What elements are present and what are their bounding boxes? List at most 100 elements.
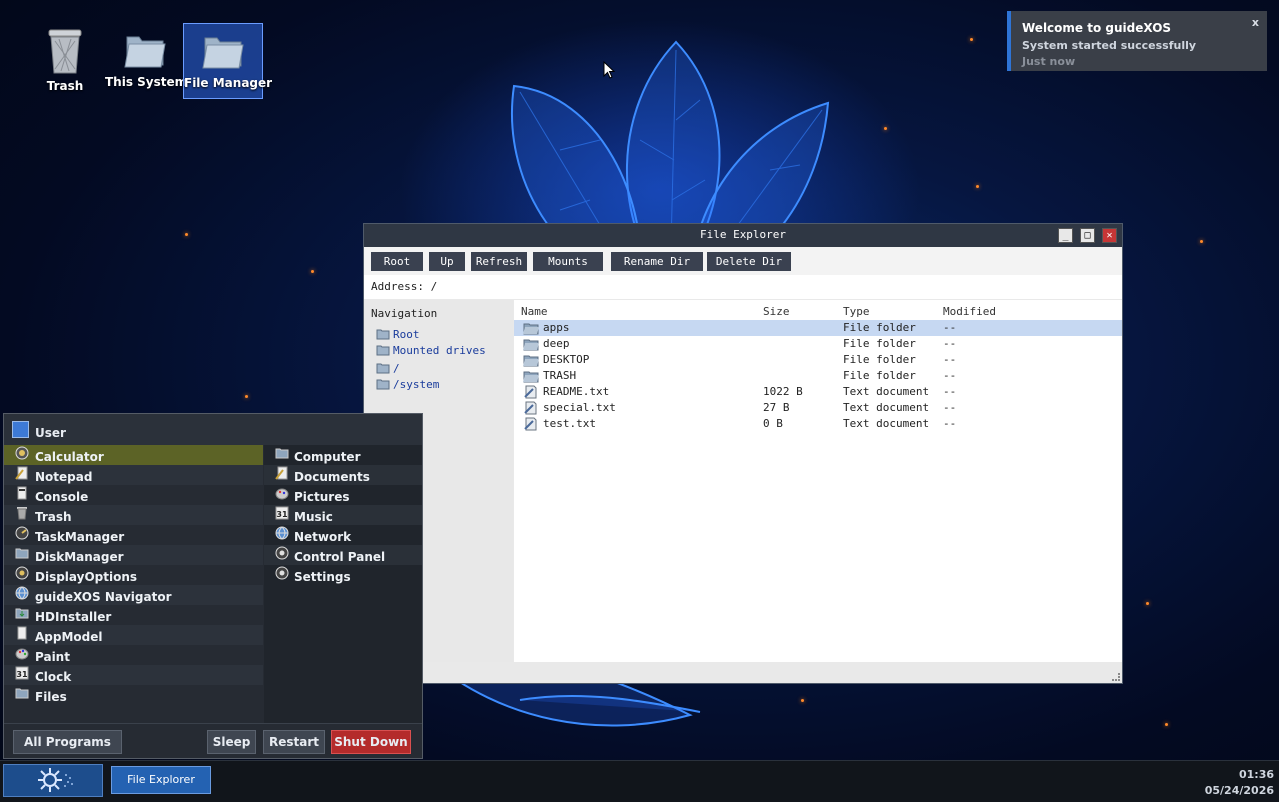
desktop-icon-file-manager[interactable]: File Manager (183, 23, 272, 99)
file-type: File folder (843, 337, 916, 350)
network-icon (275, 526, 289, 540)
folder-icon (376, 345, 390, 356)
menu-item-clock[interactable]: 31 Clock (4, 665, 263, 685)
file-type: File folder (843, 353, 916, 366)
place-item-control-panel[interactable]: Control Panel (264, 545, 422, 565)
spark (970, 38, 973, 41)
menu-item-appmodel[interactable]: AppModel (4, 625, 263, 645)
refresh-button[interactable]: Refresh (471, 252, 527, 271)
window-titlebar[interactable]: File Explorer _ □ ✕ (364, 224, 1122, 247)
place-item-computer[interactable]: Computer (264, 445, 422, 465)
folder-icon (376, 379, 390, 390)
place-item-label: Computer (294, 450, 361, 464)
menu-item-paint[interactable]: Paint (4, 645, 263, 665)
menu-item-label: Clock (35, 670, 72, 684)
column-header-size[interactable]: Size (763, 305, 790, 318)
rename-dir-button[interactable]: Rename Dir (611, 252, 703, 271)
mouse-cursor-icon (603, 61, 615, 79)
svg-text:31: 31 (16, 670, 28, 679)
notification-time: Just now (1022, 55, 1076, 68)
menu-item-label: DisplayOptions (35, 570, 138, 584)
root-button[interactable]: Root (371, 252, 423, 271)
place-item-settings[interactable]: Settings (264, 565, 422, 585)
restart-button[interactable]: Restart (263, 730, 325, 754)
file-row[interactable]: README.txt 1022 B Text document -- (514, 384, 1122, 400)
menu-item-label: Files (35, 690, 67, 704)
window-title: File Explorer (699, 228, 787, 241)
close-button[interactable]: ✕ (1102, 228, 1117, 243)
svg-text:31: 31 (276, 510, 288, 519)
file-row[interactable]: test.txt 0 B Text document -- (514, 416, 1122, 432)
disk-icon (15, 548, 29, 559)
all-programs-button[interactable]: All Programs (13, 730, 122, 754)
menu-item-diskmanager[interactable]: DiskManager (4, 545, 263, 565)
menu-item-navigator[interactable]: guideXOS Navigator (4, 585, 263, 605)
nav-item-mounted-drives[interactable]: Mounted drives (376, 344, 486, 357)
system-clock[interactable]: 01:36 05/24/2026 (1205, 767, 1274, 799)
file-modified: -- (943, 401, 957, 414)
menu-item-hdinstaller[interactable]: HDInstaller (4, 605, 263, 625)
notification-title: Welcome to guideXOS (1022, 21, 1172, 35)
menu-item-displayoptions[interactable]: DisplayOptions (4, 565, 263, 585)
menu-item-console[interactable]: Console (4, 485, 263, 505)
document-icon (17, 626, 27, 640)
up-button[interactable]: Up (429, 252, 465, 271)
resize-grip-icon[interactable] (1112, 673, 1120, 681)
column-header-modified[interactable]: Modified (943, 305, 996, 318)
file-name: DESKTOP (543, 353, 590, 366)
file-row[interactable]: deep File folder -- (514, 336, 1122, 352)
console-icon (17, 486, 27, 500)
nav-item-system[interactable]: /system (376, 378, 439, 391)
place-item-label: Settings (294, 570, 351, 584)
place-item-music[interactable]: 31 Music (264, 505, 422, 525)
documents-icon (275, 466, 288, 480)
computer-icon (275, 448, 289, 459)
menu-item-trash[interactable]: Trash (4, 505, 263, 525)
delete-dir-button[interactable]: Delete Dir (707, 252, 791, 271)
file-row[interactable]: DESKTOP File folder -- (514, 352, 1122, 368)
sleep-button[interactable]: Sleep (207, 730, 256, 754)
spark (884, 127, 887, 130)
file-row[interactable]: TRASH File folder -- (514, 368, 1122, 384)
notification-close-button[interactable]: x (1252, 16, 1259, 29)
text-file-icon (524, 385, 537, 399)
place-item-pictures[interactable]: Pictures (264, 485, 422, 505)
minimize-button[interactable]: _ (1058, 228, 1073, 243)
file-row[interactable]: special.txt 27 B Text document -- (514, 400, 1122, 416)
nav-item-root[interactable]: Root (376, 328, 420, 341)
start-button[interactable] (3, 764, 103, 797)
place-item-documents[interactable]: Documents (264, 465, 422, 485)
menu-item-label: Notepad (35, 470, 93, 484)
control-panel-icon (275, 546, 289, 560)
file-name: apps (543, 321, 570, 334)
column-header-name[interactable]: Name (521, 305, 548, 318)
file-list: Name Size Type Modified apps File folder… (514, 300, 1122, 662)
menu-item-files[interactable]: Files (4, 685, 263, 705)
menu-item-notepad[interactable]: Notepad (4, 465, 263, 485)
place-item-label: Pictures (294, 490, 350, 504)
file-size: 1022 B (763, 385, 803, 398)
notification-toast[interactable]: Welcome to guideXOS System started succe… (1007, 11, 1267, 71)
taskbar-item-file-explorer[interactable]: File Explorer (111, 766, 211, 794)
nav-item-slash[interactable]: / (376, 362, 400, 375)
nav-item-label: Mounted drives (393, 344, 486, 357)
desktop-icon-this-system[interactable]: This System (105, 23, 187, 99)
clock-time: 01:36 (1238, 768, 1274, 781)
text-file-icon (524, 401, 537, 415)
taskbar: File Explorer 01:36 05/24/2026 (0, 760, 1279, 802)
menu-item-label: Console (35, 490, 89, 504)
shutdown-button[interactable]: Shut Down (331, 730, 411, 754)
place-item-network[interactable]: Network (264, 525, 422, 545)
place-item-label: Documents (294, 470, 370, 484)
address-bar[interactable]: Address: / (364, 275, 1122, 299)
desktop-icon-trash[interactable]: Trash (25, 23, 105, 99)
file-row[interactable]: apps File folder -- (514, 320, 1122, 336)
file-name: test.txt (543, 417, 596, 430)
mounts-button[interactable]: Mounts (533, 252, 603, 271)
column-header-type[interactable]: Type (843, 305, 870, 318)
maximize-button[interactable]: □ (1080, 228, 1095, 243)
menu-item-taskmanager[interactable]: TaskManager (4, 525, 263, 545)
menu-item-label: Paint (35, 650, 70, 664)
start-menu: User Calculator Notepad Console Trash Ta… (3, 413, 423, 759)
menu-item-calculator[interactable]: Calculator (4, 445, 263, 465)
